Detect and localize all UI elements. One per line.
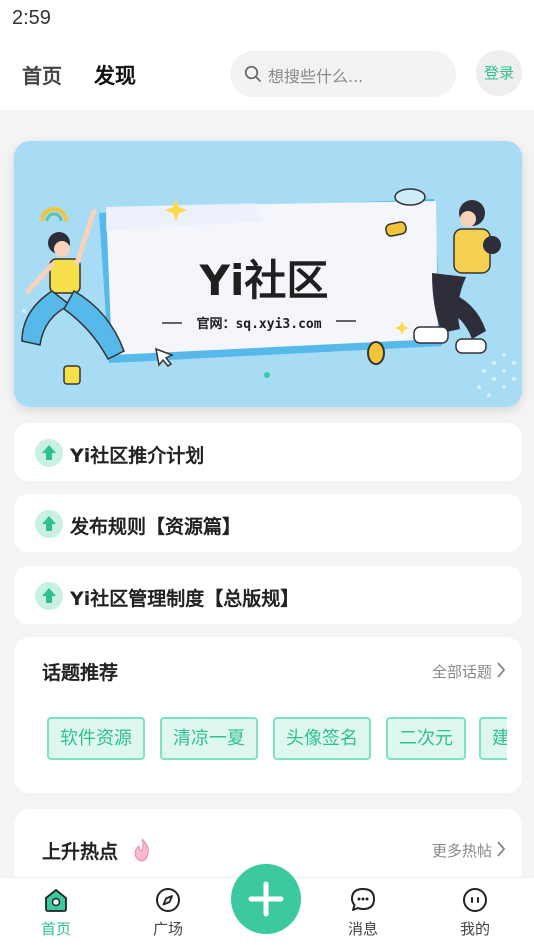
- topic-tag[interactable]: 清凉一夏: [160, 717, 258, 760]
- banner-illustration: Yi社区 官网：sq.xyi3.com: [21, 188, 516, 397]
- login-button[interactable]: 登录: [476, 50, 522, 96]
- bottom-nav-label: 消息: [347, 920, 378, 938]
- bottom-nav-label: 广场: [152, 920, 183, 938]
- tab-discover[interactable]: 发现: [92, 60, 140, 90]
- topic-tag-row: 软件资源 清凉一夏 头像签名 二次元 建: [47, 717, 507, 761]
- up-arrow-icon: [35, 439, 63, 467]
- topic-tag[interactable]: 建: [479, 717, 507, 760]
- topic-recommend-card: 话题推荐 全部话题 软件资源 清凉一夏 头像签名 二次元 建: [14, 637, 522, 793]
- hot-section-title: 上升热点: [42, 837, 155, 864]
- search-input[interactable]: 想搜些什么...: [230, 51, 456, 97]
- topic-section-title: 话题推荐: [42, 662, 119, 684]
- fire-icon: [134, 838, 149, 862]
- topic-tag[interactable]: 头像签名: [273, 717, 371, 760]
- banner-title: Yi社区: [199, 256, 329, 305]
- up-arrow-icon: [35, 582, 63, 610]
- topic-tag[interactable]: 软件资源: [47, 717, 145, 760]
- compass-icon: [156, 888, 180, 912]
- profile-face-icon: [463, 888, 487, 912]
- bottom-nav-label: 我的: [459, 920, 490, 938]
- top-navigation: 首页 发现 想搜些什么... 登录: [0, 38, 534, 110]
- chevron-right-icon[interactable]: [496, 662, 506, 678]
- notice-item[interactable]: Yi社区推介计划: [14, 423, 522, 481]
- notice-text: Yi社区管理制度【总版规】: [70, 588, 300, 610]
- up-arrow-icon: [35, 510, 63, 538]
- banner-subtitle: 官网：sq.xyi3.com: [196, 316, 321, 332]
- create-post-button[interactable]: [231, 864, 301, 934]
- bottom-nav-label: 首页: [40, 920, 71, 938]
- search-icon: [244, 65, 261, 82]
- home-icon: [45, 888, 67, 912]
- carousel-indicator: [264, 372, 270, 378]
- banner-carousel[interactable]: Yi社区 官网：sq.xyi3.com: [14, 141, 522, 407]
- hot-section-title-text: 上升热点: [42, 841, 119, 863]
- notice-item[interactable]: Yi社区管理制度【总版规】: [14, 566, 522, 624]
- status-time: 2:59: [12, 7, 51, 29]
- more-hot-posts-link[interactable]: 更多热帖: [432, 840, 492, 861]
- topic-tag[interactable]: 二次元: [386, 717, 466, 760]
- chevron-right-icon[interactable]: [496, 841, 506, 857]
- search-placeholder: 想搜些什么...: [268, 67, 364, 86]
- tab-home[interactable]: 首页: [22, 60, 62, 89]
- notice-text: 发布规则【资源篇】: [70, 516, 242, 538]
- notice-text: Yi社区推介计划: [70, 445, 205, 467]
- all-topics-link[interactable]: 全部话题: [432, 661, 492, 682]
- notice-item[interactable]: 发布规则【资源篇】: [14, 494, 522, 552]
- tab-discover-label: 发现: [94, 64, 136, 88]
- status-bar: 2:59: [0, 0, 534, 38]
- plus-icon: [248, 881, 284, 917]
- chat-bubble-icon: [351, 888, 375, 911]
